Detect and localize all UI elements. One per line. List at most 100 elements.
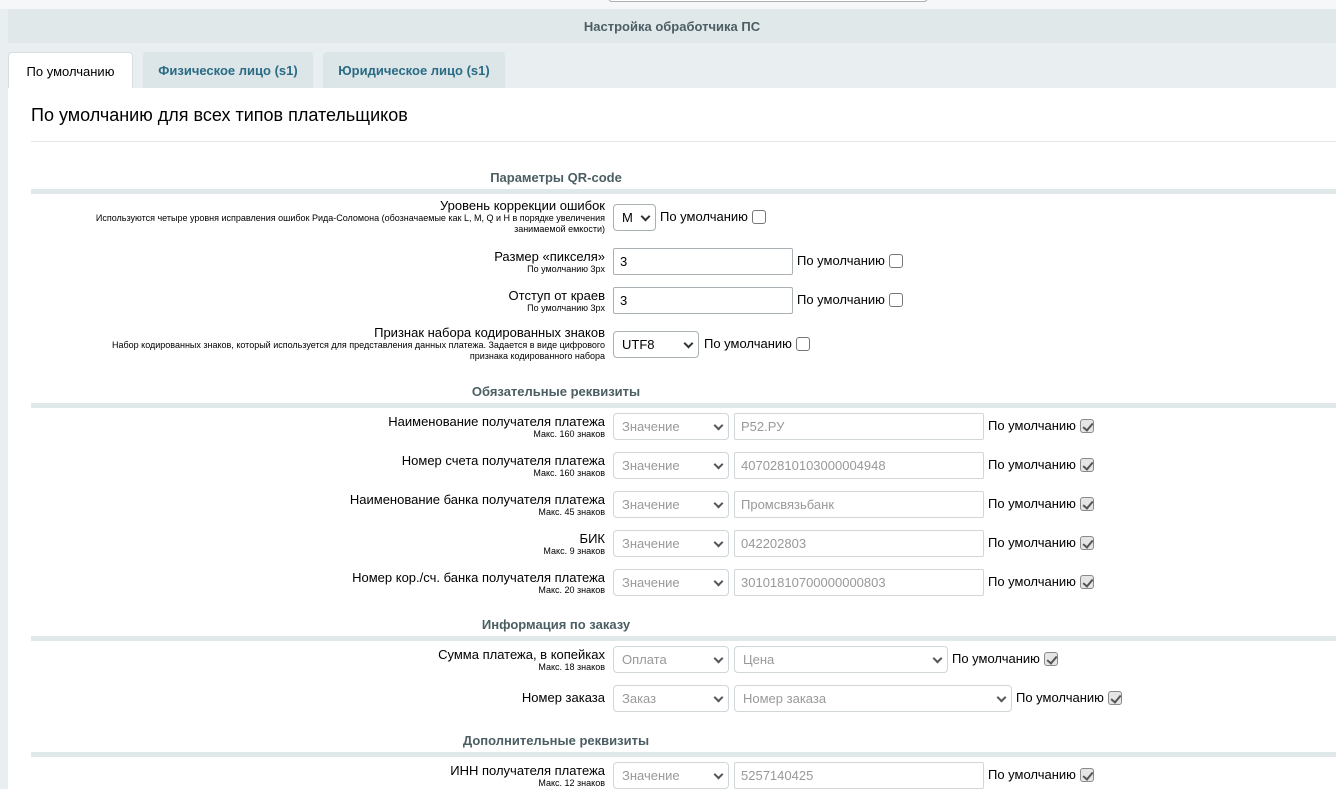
label-hint: Макс. 160 знаков [533,468,605,478]
label-hint: Макс. 12 знаков [538,778,605,788]
default-toggle[interactable]: По умолчанию [797,292,903,307]
corr-account-input[interactable]: 30101810700000000803 [734,569,984,596]
default-checkbox[interactable] [1043,651,1058,666]
type-select[interactable]: Значение [613,491,729,518]
type-select[interactable]: Значение [613,452,729,479]
error-level-select[interactable]: M [613,204,656,231]
section-order: Информация по заказу [31,617,1336,641]
recipient-name-input[interactable]: Р52.РУ [734,413,984,440]
tab-individual[interactable]: Физическое лицо (s1) [143,52,313,88]
chevron-down-icon [713,537,724,548]
section-title: Дополнительные реквизиты [462,733,650,748]
default-checkbox[interactable] [1079,496,1094,511]
label-text: Уровень коррекции ошибок [440,198,605,213]
select-value: Значение [622,497,680,512]
margin-input[interactable]: 3 [613,287,793,314]
section-title: Информация по заказу [481,617,631,632]
label-text: Признак набора кодированных знаков [374,325,605,340]
top-strip [0,0,1336,9]
chevron-down-icon [683,338,694,349]
label-text: ИНН получателя платежа [450,763,605,778]
label-hint: Макс. 45 знаков [538,507,605,517]
select-value: M [622,210,633,225]
label-text: Наименование получателя платежа [388,414,605,429]
default-checkbox[interactable] [888,292,903,307]
chevron-down-icon [713,420,724,431]
tab-legal-entity[interactable]: Юридическое лицо (s1) [323,52,505,88]
default-checkbox[interactable] [1079,418,1094,433]
select-value: Заказ [622,691,657,706]
charset-select[interactable]: UTF8 [613,331,699,358]
panel-header: Настройка обработчика ПС [8,9,1336,43]
tab-bar: По умолчанию Физическое лицо (s1) Юридич… [8,52,1336,89]
default-toggle[interactable]: По умолчанию [1016,690,1122,705]
field-label: Уровень коррекции ошибок Используются че… [96,199,605,235]
content-panel: По умолчанию для всех типов плательщиков… [8,88,1336,789]
default-checkbox[interactable] [888,253,903,268]
section-bar [31,189,1336,194]
chevron-down-icon [996,692,1007,703]
chevron-down-icon [713,459,724,470]
label-text: Наименование банка получателя платежа [349,492,605,507]
field-label: Сумма платежа, в копейках Макс. 18 знако… [438,648,605,673]
bik-input[interactable]: 042202803 [734,530,984,557]
type-select[interactable]: Значение [613,762,729,789]
chevron-down-icon [713,576,724,587]
label-hint: занимаемой емкости) [514,224,605,234]
label-text: Размер «пикселя» [494,249,605,264]
order-number-field-select[interactable]: Номер заказа [734,685,1012,712]
default-checkbox[interactable] [1079,574,1094,589]
default-toggle[interactable]: По умолчанию [660,209,766,224]
default-label: По умолчанию [952,651,1040,666]
select-value: UTF8 [622,337,655,352]
default-toggle[interactable]: По умолчанию [988,767,1094,782]
chevron-down-icon [713,653,724,664]
type-select[interactable]: Значение [613,569,729,596]
default-toggle[interactable]: По умолчанию [988,457,1094,472]
default-label: По умолчанию [797,292,885,307]
sum-field-select[interactable]: Цена [734,646,948,673]
type-select[interactable]: Заказ [613,685,729,712]
default-checkbox[interactable] [1079,457,1094,472]
label-text: Номер кор./сч. банка получателя платежа [352,570,605,585]
section-title: Обязательные реквизиты [471,384,641,399]
default-label: По умолчанию [988,496,1076,511]
select-value: Номер заказа [743,691,827,706]
account-number-input[interactable]: 40702810103000004948 [734,452,984,479]
inn-input[interactable]: 5257140425 [734,762,984,789]
field-label: Номер кор./сч. банка получателя платежа … [352,571,605,596]
default-checkbox[interactable] [1079,767,1094,782]
default-label: По умолчанию [988,574,1076,589]
bank-name-input[interactable]: Промсвязьбанк [734,491,984,518]
default-toggle[interactable]: По умолчанию [952,651,1058,666]
field-label: ИНН получателя платежа Макс. 12 знаков [450,764,605,789]
default-checkbox[interactable] [1107,690,1122,705]
label-hint: Макс. 160 знаков [533,429,605,439]
type-select[interactable]: Значение [613,413,729,440]
type-select[interactable]: Значение [613,530,729,557]
default-toggle[interactable]: По умолчанию [988,535,1094,550]
chevron-down-icon [640,211,651,222]
tab-default[interactable]: По умолчанию [8,52,133,89]
select-value: Значение [622,419,680,434]
section-qr: Параметры QR-code [31,170,1336,194]
pixel-size-input[interactable]: 3 [613,248,793,275]
section-bar [31,752,1336,757]
default-checkbox[interactable] [1079,535,1094,550]
select-value: Значение [622,458,680,473]
select-value: Значение [622,768,680,783]
type-select[interactable]: Оплата [613,646,729,673]
default-toggle[interactable]: По умолчанию [988,496,1094,511]
default-checkbox[interactable] [751,209,766,224]
field-label: Размер «пикселя» По умолчанию 3px [494,250,605,275]
default-toggle[interactable]: По умолчанию [704,336,810,351]
default-toggle[interactable]: По умолчанию [988,574,1094,589]
label-text: Номер счета получателя платежа [401,453,605,468]
panel-title: Настройка обработчика ПС [583,18,761,34]
label-hint: По умолчанию 3px [527,264,605,274]
default-checkbox[interactable] [795,336,810,351]
default-toggle[interactable]: По умолчанию [988,418,1094,433]
label-hint: По умолчанию 3px [527,303,605,313]
default-toggle[interactable]: По умолчанию [797,253,903,268]
top-control-edge[interactable] [608,0,928,2]
